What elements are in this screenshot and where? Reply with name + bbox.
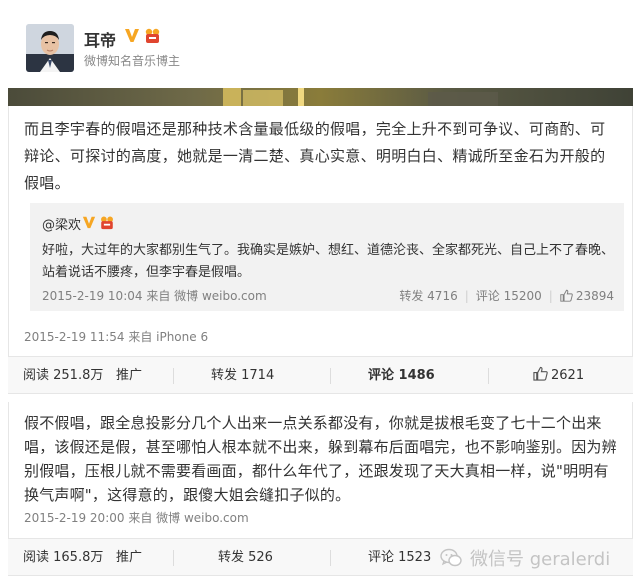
user-title: 微博知名音乐博主: [84, 54, 181, 68]
retweet-meta: 2015-2-19 10:04 来自 微博 weibo.com: [42, 289, 267, 303]
followup-post-text: 假不假唱，跟全息投影分几个人出来一点关系都没有，你就是拔根毛变了七十二个出来唱，…: [24, 414, 617, 504]
like-count: 2621: [551, 368, 585, 383]
read-count: 阅读 251.8万: [23, 368, 104, 383]
retweet-repost-link[interactable]: 转发 4716: [399, 287, 457, 304]
user-avatar[interactable]: [26, 24, 74, 72]
wechat-watermark: 微信号 geralerdi: [440, 545, 610, 571]
read-count: 阅读 165.8万: [23, 550, 104, 565]
verified-v-icon: [124, 26, 140, 44]
repost-button[interactable]: 转发 526: [218, 539, 273, 577]
retweet-author[interactable]: @梁欢: [42, 214, 81, 233]
retweet-stats: 转发 4716 | 评论 15200 | 23894: [399, 287, 614, 304]
retweet-like-link[interactable]: 23894: [560, 289, 614, 303]
followup-post-card: 假不假唱，跟全息投影分几个人出来一点关系都没有，你就是拔根毛变了七十二个出来唱，…: [8, 402, 633, 538]
cover-banner: [8, 88, 633, 106]
promote-link[interactable]: 推广: [116, 539, 142, 577]
comment-tab[interactable]: 评论 1486: [368, 357, 435, 395]
thumbs-up-icon: [533, 366, 548, 381]
promote-link[interactable]: 推广: [116, 357, 142, 395]
retweet-like-count: 23894: [575, 288, 614, 303]
post-text: 而且李宇春的假唱还是那种技术含量最低级的假唱，完全上升不到可争议、可商酌、可辩论…: [24, 120, 606, 192]
post-action-bar: 阅读 251.8万 推广 转发 1714 评论 1486 2621: [8, 356, 633, 394]
verified-v-icon: [82, 214, 96, 230]
repost-button[interactable]: 转发 1714: [211, 357, 274, 395]
retweet-text: 好啦，大过年的大家都别生气了。我确实是嫉妒、想红、道德沦丧、全家都死光、自己上不…: [42, 243, 615, 280]
profile-header: 耳帝 微博知名音乐博主: [0, 0, 640, 88]
post-card: 而且李宇春的假唱还是那种技术含量最低级的假唱，完全上升不到可争议、可商酌、可辩论…: [8, 106, 633, 356]
thumbs-up-icon: [560, 289, 573, 302]
followup-post-meta: 2015-2-19 20:00 来自 微博 weibo.com: [24, 511, 249, 525]
post-meta: 2015-2-19 11:54 来自 iPhone 6: [24, 330, 209, 344]
action-divider: [488, 368, 489, 384]
stat-separator: |: [548, 288, 553, 303]
comment-button[interactable]: 评论 1523: [368, 539, 431, 577]
stat-separator: |: [464, 288, 469, 303]
member-medal-icon: [143, 26, 162, 44]
action-divider: [330, 368, 331, 384]
retweet-comment-link[interactable]: 评论 15200: [476, 287, 542, 304]
action-divider: [173, 550, 174, 566]
username[interactable]: 耳帝: [84, 27, 116, 51]
wechat-icon: [440, 548, 462, 567]
watermark-text: 微信号 geralerdi: [470, 549, 611, 570]
action-divider: [330, 550, 331, 566]
like-button[interactable]: 2621: [533, 357, 584, 395]
retweet-box[interactable]: @梁欢 好啦，大过年的大家都别生气了。我确实是嫉妒、想红、道德沦丧、全家都死光、…: [30, 203, 624, 311]
member-medal-icon: [98, 214, 116, 230]
action-divider: [173, 368, 174, 384]
